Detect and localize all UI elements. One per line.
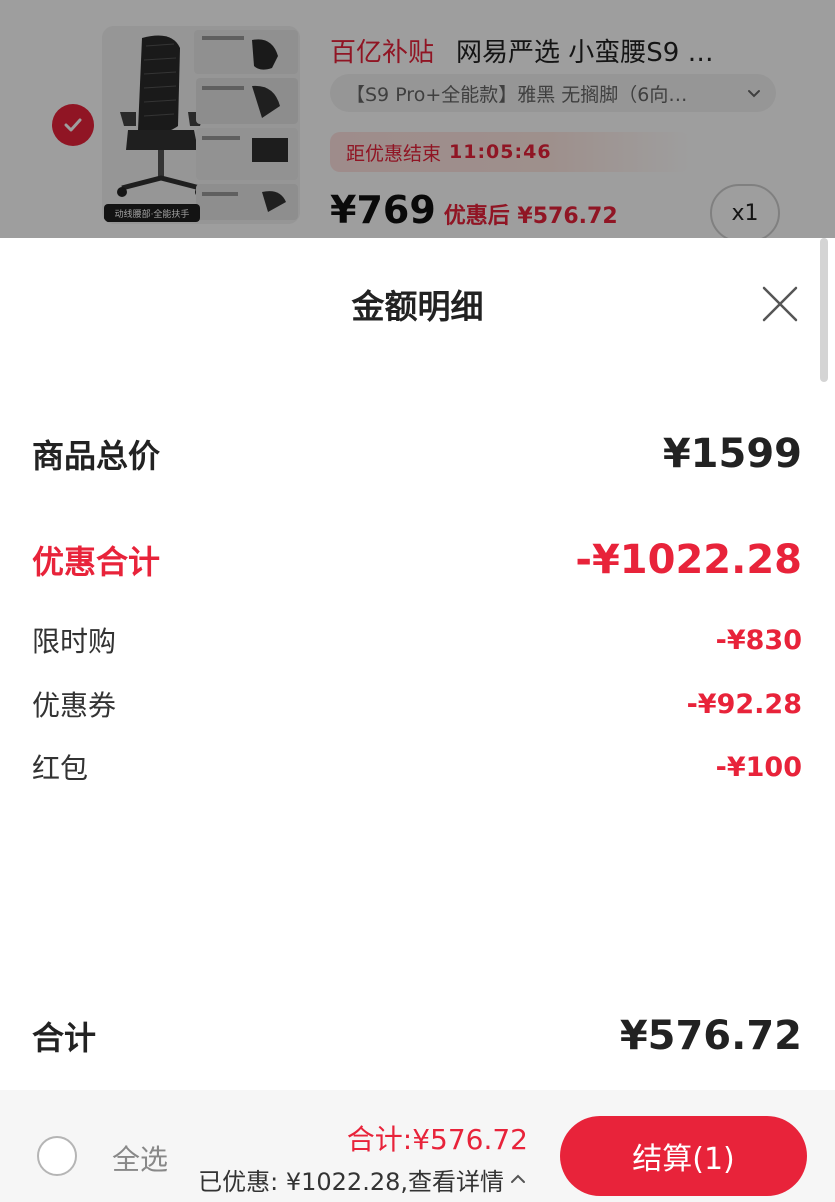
close-button[interactable] — [760, 284, 800, 324]
discount-item-label: 红包 — [32, 752, 89, 785]
goods-total-row: 商品总价 ¥1599 — [32, 426, 802, 482]
discount-item-row: 优惠券 -¥92.28 — [32, 682, 802, 726]
sheet-title: 金额明细 — [351, 287, 484, 326]
saved-amount-text: 已优惠: ¥1022.28,查看详情 — [198, 1167, 504, 1196]
discount-item-value: -¥100 — [715, 751, 802, 783]
cart-page: 动线腰部·全能扶手 百亿补贴 网易严选 小蛮腰S9 … 【S9 Pro+全能款】… — [0, 0, 835, 1202]
close-icon — [762, 286, 798, 322]
checkout-bar: 全选 合计:¥576.72 已优惠: ¥1022.28,查看详情 结算(1) — [0, 1090, 835, 1202]
discount-item-label: 优惠券 — [32, 689, 117, 722]
grand-total-value: ¥576.72 — [619, 1013, 802, 1059]
discount-total-row: 优惠合计 -¥1022.28 — [32, 532, 802, 588]
checkout-button[interactable]: 结算(1) — [560, 1116, 807, 1196]
view-details-link[interactable]: 已优惠: ¥1022.28,查看详情 — [190, 1162, 528, 1196]
grand-total-label: 合计 — [32, 1019, 97, 1057]
goods-total-value: ¥1599 — [662, 431, 802, 477]
chevron-up-icon — [511, 1174, 525, 1183]
discount-item-value: -¥92.28 — [686, 688, 802, 720]
grand-total-row: 合计 ¥576.72 — [32, 1008, 802, 1064]
discount-item-label: 限时购 — [32, 625, 117, 658]
select-all-label[interactable]: 全选 — [112, 1138, 168, 1178]
modal-backdrop[interactable] — [0, 0, 835, 240]
amount-detail-sheet: 金额明细 商品总价 ¥1599 优惠合计 -¥1022.28 限时购 -¥830… — [0, 238, 835, 1090]
discount-item-row: 限时购 -¥830 — [32, 618, 802, 662]
discount-total-label: 优惠合计 — [32, 543, 161, 581]
scrollbar[interactable] — [820, 238, 828, 382]
discount-item-value: -¥830 — [715, 624, 802, 656]
discount-total-value: -¥1022.28 — [575, 537, 802, 583]
cart-item[interactable]: 动线腰部·全能扶手 百亿补贴 网易严选 小蛮腰S9 … 【S9 Pro+全能款】… — [0, 0, 835, 242]
footer-total: 合计:¥576.72 — [346, 1123, 528, 1156]
select-all-checkbox[interactable] — [37, 1136, 77, 1176]
goods-total-label: 商品总价 — [32, 437, 161, 475]
discount-item-row: 红包 -¥100 — [32, 745, 802, 789]
